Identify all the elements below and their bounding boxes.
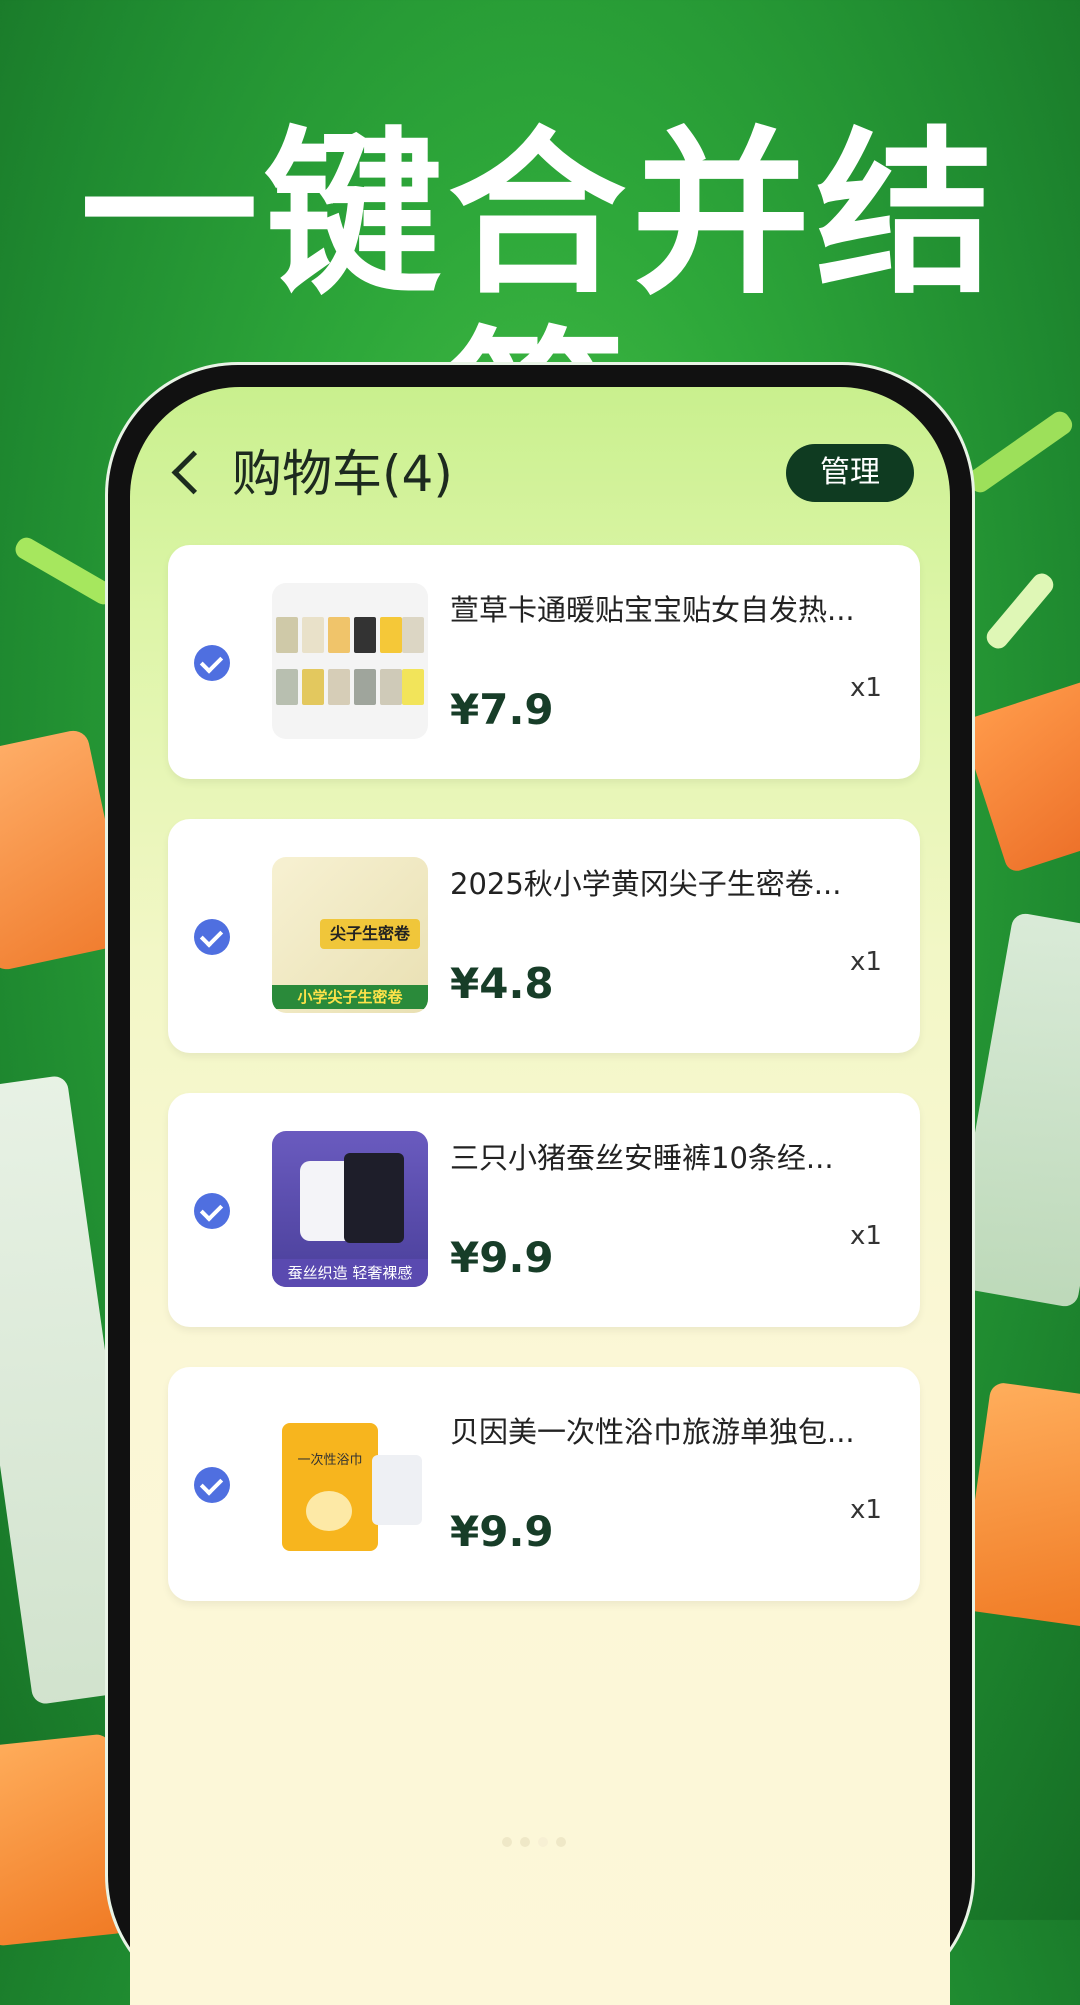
cart-item[interactable]: 尖子生密卷 小学尖子生密卷 2025秋小学黄冈尖子生密卷... ¥4.8 x1 bbox=[168, 819, 920, 1053]
back-arrow-icon[interactable] bbox=[171, 450, 216, 495]
thumbnail-caption: 蚕丝织造 轻奢裸感 bbox=[272, 1259, 428, 1287]
cart-screen: 购物车(4) 管理 萱草卡通暖贴宝宝贴女自发热... ¥7.9 x1 尖子生密卷… bbox=[130, 387, 950, 2005]
product-name[interactable]: 2025秋小学黄冈尖子生密卷... bbox=[450, 861, 890, 903]
product-quantity: x1 bbox=[850, 1495, 882, 1525]
cart-item[interactable]: 一次性浴巾 贝因美一次性浴巾旅游单独包... ¥9.9 x1 bbox=[168, 1367, 920, 1601]
product-name[interactable]: 三只小猪蚕丝安睡裤10条经... bbox=[450, 1135, 890, 1177]
checkbox-checked-icon[interactable] bbox=[194, 1467, 230, 1503]
phone-frame: 购物车(4) 管理 萱草卡通暖贴宝宝贴女自发热... ¥7.9 x1 尖子生密卷… bbox=[108, 365, 972, 2005]
product-price: ¥9.9 bbox=[450, 1233, 554, 1282]
cart-item[interactable]: 萱草卡通暖贴宝宝贴女自发热... ¥7.9 x1 bbox=[168, 545, 920, 779]
top-bar: 购物车(4) 管理 bbox=[130, 387, 950, 507]
coupon-ticket-decor bbox=[959, 666, 1080, 874]
page-title: 购物车(4) bbox=[232, 445, 453, 503]
manage-button[interactable]: 管理 bbox=[786, 444, 914, 502]
cart-item[interactable]: 蚕丝织造 轻奢裸感 三只小猪蚕丝安睡裤10条经... ¥9.9 x1 bbox=[168, 1093, 920, 1327]
decor-ray bbox=[982, 569, 1058, 653]
product-thumbnail[interactable]: 蚕丝织造 轻奢裸感 bbox=[272, 1131, 428, 1287]
product-thumbnail[interactable] bbox=[272, 583, 428, 739]
product-price: ¥4.8 bbox=[450, 959, 554, 1008]
decor-ray bbox=[11, 533, 119, 609]
product-quantity: x1 bbox=[850, 947, 882, 977]
product-price: ¥9.9 bbox=[450, 1507, 554, 1556]
product-quantity: x1 bbox=[850, 673, 882, 703]
checkbox-checked-icon[interactable] bbox=[194, 919, 230, 955]
product-quantity: x1 bbox=[850, 1221, 882, 1251]
page-indicator bbox=[502, 1832, 574, 1851]
product-name[interactable]: 贝因美一次性浴巾旅游单独包... bbox=[450, 1409, 890, 1451]
thumbnail-label: 一次性浴巾 bbox=[297, 1453, 363, 1468]
product-price: ¥7.9 bbox=[450, 685, 554, 734]
gift-box-decor bbox=[959, 1381, 1080, 1629]
thumbnail-label: 尖子生密卷 bbox=[320, 919, 420, 949]
checkbox-checked-icon[interactable] bbox=[194, 1193, 230, 1229]
checkbox-checked-icon[interactable] bbox=[194, 645, 230, 681]
thumbnail-caption: 小学尖子生密卷 bbox=[272, 985, 428, 1009]
product-thumbnail[interactable]: 一次性浴巾 bbox=[272, 1405, 428, 1561]
product-thumbnail[interactable]: 尖子生密卷 小学尖子生密卷 bbox=[272, 857, 428, 1013]
product-name[interactable]: 萱草卡通暖贴宝宝贴女自发热... bbox=[450, 587, 890, 629]
